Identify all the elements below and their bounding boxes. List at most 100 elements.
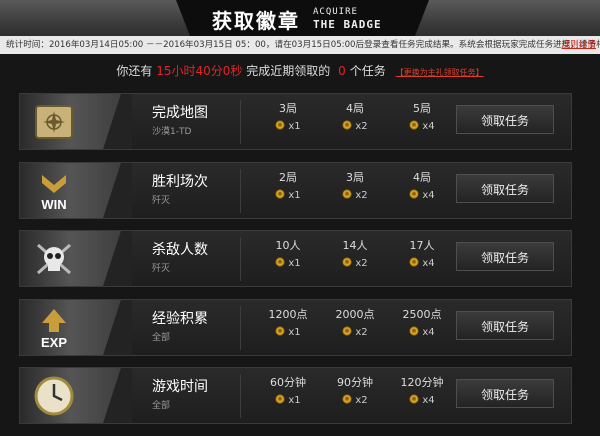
countdown-time: 15小时40分0秒 xyxy=(156,64,243,78)
coin-icon xyxy=(342,325,352,339)
task-row: 游戏时间全部 60分钟 x1 90分钟 x2 120分钟 x4 领取任务 xyxy=(19,367,572,424)
badge-image xyxy=(20,368,132,423)
tier-requirement: 10人 xyxy=(275,239,301,252)
tier-reward: x4 xyxy=(387,120,457,133)
divider xyxy=(240,237,241,281)
tier-reward: x2 xyxy=(320,325,390,339)
countdown-middle: 完成近期领取的 xyxy=(246,64,331,78)
reward-multiplier: x2 xyxy=(355,189,368,201)
task-row: EXP 经验积累全部 1200点 x1 2000点 x2 2500点 x4 领取任务 xyxy=(19,298,572,356)
tier-reward: x1 xyxy=(253,120,323,133)
skull-badge-icon xyxy=(32,237,76,281)
coin-icon xyxy=(342,188,352,202)
coin-icon xyxy=(275,188,285,202)
reward-multiplier: x4 xyxy=(422,189,435,201)
reward-multiplier: x1 xyxy=(288,395,301,406)
reward-tier: 5局 x4 xyxy=(387,100,457,133)
task-count: 0 xyxy=(338,64,346,78)
task-name: 杀敌人数 xyxy=(152,242,208,258)
tier-reward: x4 xyxy=(387,188,457,202)
reward-tier: 2000点 x2 xyxy=(320,306,390,339)
coin-icon xyxy=(409,325,419,339)
task-mode: 全部 xyxy=(152,332,171,343)
tier-requirement: 2000点 xyxy=(335,307,375,321)
coin-icon xyxy=(275,257,285,270)
task-mode: 全部 xyxy=(152,401,171,411)
reward-tier: 3局 x2 xyxy=(320,169,390,202)
badge-image: WIN xyxy=(20,162,132,218)
coin-icon xyxy=(342,394,352,407)
reward-tier: 90分钟 x2 xyxy=(320,374,390,407)
tier-reward: x2 xyxy=(320,188,390,202)
task-name: 经验积累 xyxy=(152,310,208,327)
coin-icon xyxy=(342,120,352,133)
claim-task-button[interactable]: 领取任务 xyxy=(456,173,554,203)
reward-multiplier: x2 xyxy=(355,258,368,269)
reward-tier: 14人 x2 xyxy=(320,237,390,270)
page-title: 获取徽章 xyxy=(212,9,300,33)
tier-reward: x1 xyxy=(253,325,323,339)
svg-text:WIN: WIN xyxy=(41,197,66,212)
countdown-prefix: 你还有 xyxy=(116,64,153,78)
task-list: 完成地图 沙漠1-TD 3局 x1 4局 x2 5局 x4 领取任务 WIN 胜利场次 歼灭 2局 x1 3… xyxy=(19,93,572,436)
countdown-suffix: 个任务 xyxy=(349,64,386,78)
title-tab: 获取徽章 ACQUIRE THE BADGE xyxy=(176,0,429,38)
reward-tier: 60分钟 x1 xyxy=(253,374,323,407)
map-badge-icon xyxy=(32,100,76,144)
tier-requirement: 90分钟 xyxy=(337,376,373,389)
tier-reward: x1 xyxy=(253,188,323,202)
claim-task-button[interactable]: 领取任务 xyxy=(456,379,554,408)
task-name: 胜利场次 xyxy=(152,173,208,190)
claim-task-button[interactable]: 领取任务 xyxy=(456,310,554,340)
reward-tier: 4局 x2 xyxy=(320,100,390,133)
divider xyxy=(240,168,241,213)
divider xyxy=(240,305,241,350)
notice-text: 统计时间：2016年03月14日05:00 －－2016年03月15日 05：0… xyxy=(6,40,600,50)
claim-task-button[interactable]: 领取任务 xyxy=(456,242,554,271)
task-mode: 歼灭 xyxy=(152,264,171,274)
coin-icon xyxy=(409,394,419,407)
svg-text:EXP: EXP xyxy=(41,335,67,350)
tier-requirement: 3局 xyxy=(279,102,297,115)
tier-requirement: 120分钟 xyxy=(400,376,444,389)
tier-reward: x2 xyxy=(320,257,390,270)
tier-reward: x2 xyxy=(320,394,390,407)
clock-badge-icon xyxy=(32,374,76,418)
change-task-link[interactable]: 【更换为主礼领取任务】 xyxy=(396,68,484,77)
task-name: 游戏时间 xyxy=(152,379,208,395)
rules-link[interactable]: 规则详情 xyxy=(562,36,596,54)
reward-tier: 10人 x1 xyxy=(253,237,323,270)
reward-multiplier: x2 xyxy=(355,121,368,132)
tier-reward: x1 xyxy=(253,257,323,270)
divider xyxy=(240,100,241,144)
reward-tier: 4局 x4 xyxy=(387,169,457,202)
claim-task-button[interactable]: 领取任务 xyxy=(456,105,554,134)
reward-multiplier: x4 xyxy=(422,326,435,338)
coin-icon xyxy=(275,394,285,407)
reward-multiplier: x2 xyxy=(355,326,368,338)
task-row: 完成地图 沙漠1-TD 3局 x1 4局 x2 5局 x4 领取任务 xyxy=(19,93,572,150)
coin-icon xyxy=(409,120,419,133)
reward-tier: 3局 x1 xyxy=(253,100,323,133)
exp-badge-icon: EXP xyxy=(32,306,76,350)
coin-icon xyxy=(409,188,419,202)
tier-requirement: 17人 xyxy=(409,239,435,252)
reward-tier: 2局 x1 xyxy=(253,169,323,202)
tier-reward: x4 xyxy=(387,394,457,407)
coin-icon xyxy=(342,257,352,270)
tier-requirement: 3局 xyxy=(346,170,364,184)
tier-reward: x4 xyxy=(387,257,457,270)
reward-multiplier: x1 xyxy=(288,189,301,201)
notice-bar: 统计时间：2016年03月14日05:00 －－2016年03月15日 05：0… xyxy=(0,36,600,54)
reward-tier: 2500点 x4 xyxy=(387,306,457,339)
tier-requirement: 60分钟 xyxy=(270,376,306,389)
tier-requirement: 1200点 xyxy=(268,307,308,321)
coin-icon xyxy=(275,325,285,339)
page-title-en-line1: ACQUIRE xyxy=(313,7,358,17)
reward-multiplier: x1 xyxy=(288,258,301,269)
win-badge-icon: WIN xyxy=(32,169,76,213)
coin-icon xyxy=(275,120,285,133)
reward-tier: 17人 x4 xyxy=(387,237,457,270)
reward-multiplier: x4 xyxy=(422,121,435,132)
reward-multiplier: x1 xyxy=(288,121,301,132)
